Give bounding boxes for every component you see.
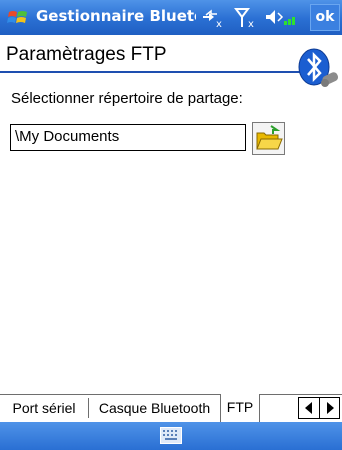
tab-casque-bluetooth[interactable]: Casque Bluetooth [89,395,220,422]
title-bar: Gestionnaire Bluetoo x x ok [0,0,342,35]
tab-port-seriel[interactable]: Port sériel [0,395,88,422]
keyboard-icon[interactable] [160,427,182,444]
browse-folder-button[interactable] [252,122,285,155]
share-directory-label: Sélectionner répertoire de partage: [11,90,243,107]
speaker-icon[interactable] [264,7,298,29]
status-icons: x x [200,7,308,29]
open-folder-icon [252,122,285,155]
tab-ftp[interactable]: FTP [220,394,260,423]
connectivity-icon[interactable]: x [200,7,226,29]
windows-flag-icon[interactable] [7,7,29,29]
menu-bar [0,422,342,450]
ok-button[interactable]: ok [310,4,340,31]
tab-scroll-buttons [298,397,340,419]
app-title: Gestionnaire Bluetoo [36,7,196,25]
tab-strip: Port sériel Casque Bluetooth FTP [0,394,342,423]
page-title: Paramètrages FTP [6,44,167,65]
scroll-right-icon[interactable] [320,398,340,418]
signal-strength-icon[interactable]: x [234,7,260,29]
svg-text:x: x [248,19,254,29]
tab-label: FTP [226,399,254,415]
scroll-left-icon[interactable] [299,398,319,418]
share-directory-input[interactable]: \My Documents [10,124,246,151]
tab-label: Port sériel [12,400,76,416]
bluetooth-icon [298,48,339,87]
page-header: Paramètrages FTP [0,35,342,78]
svg-text:x: x [216,19,222,29]
tab-label: Casque Bluetooth [98,400,211,416]
header-divider [0,71,300,73]
